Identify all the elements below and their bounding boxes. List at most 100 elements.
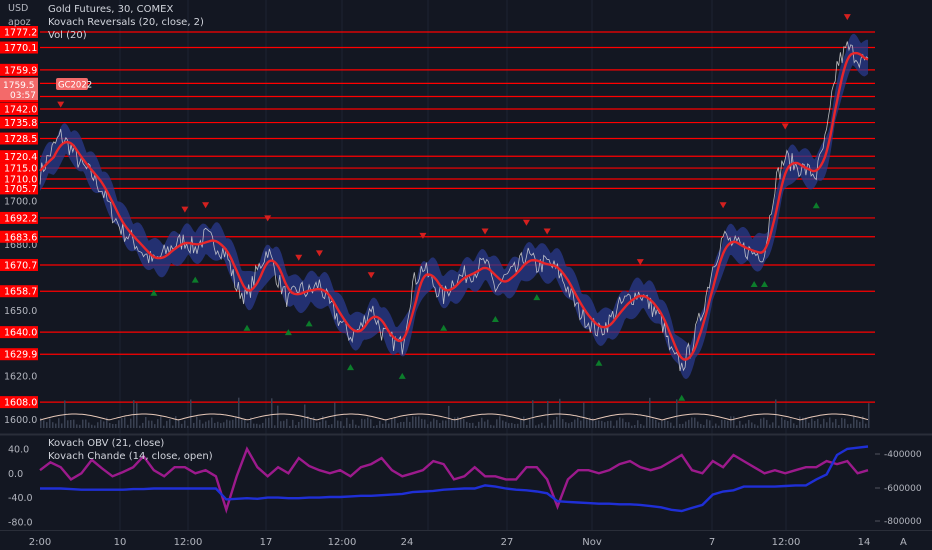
- volume-bar: [448, 405, 450, 428]
- volume-bar: [493, 425, 495, 428]
- volume-bar: [733, 416, 735, 428]
- indicator-chande-title[interactable]: Kovach Chande (14, close, open): [48, 451, 213, 462]
- volume-bar: [367, 417, 369, 428]
- indicator-reversals-title[interactable]: Kovach Reversals (20, close, 2): [48, 17, 204, 28]
- volume-bar: [793, 423, 795, 428]
- volume-bar: [673, 425, 675, 428]
- volume-bar: [757, 425, 759, 428]
- volume-bar: [778, 425, 780, 428]
- volume-bar: [559, 398, 561, 428]
- volume-bar: [358, 425, 360, 428]
- volume-bar: [328, 424, 330, 428]
- volume-bar: [394, 417, 396, 428]
- volume-bar: [445, 420, 447, 428]
- volume-bar: [742, 424, 744, 428]
- volume-bar: [331, 424, 333, 428]
- symbol-title[interactable]: Gold Futures, 30, COMEX: [48, 4, 173, 15]
- volume-bar: [610, 420, 612, 428]
- volume-bar: [463, 419, 465, 428]
- volume-bar: [847, 424, 849, 428]
- chart: 40.0 0.0 -40.0 -80.0 -400000 -600000 -800000 1…: [0, 0, 932, 550]
- volume-bar: [46, 422, 48, 428]
- volume-bar: [688, 419, 690, 428]
- volume-bar: [769, 424, 771, 428]
- volume-bar: [316, 422, 318, 428]
- volume-bar: [256, 423, 258, 428]
- volume-bar: [241, 419, 243, 428]
- volume-bar: [166, 420, 168, 428]
- volume-bar: [748, 419, 750, 428]
- price-tick-label: 1620.0: [4, 371, 37, 382]
- volume-bar: [370, 419, 372, 428]
- volume-bar: [295, 425, 297, 428]
- volume-bar: [574, 419, 576, 428]
- volume-bar: [556, 416, 558, 428]
- volume-bar: [835, 418, 837, 428]
- level-label: 1777.2: [4, 28, 37, 39]
- volume-bar: [613, 425, 615, 428]
- oscillator-tick-label: 0.0: [8, 469, 23, 480]
- volume-bar: [223, 422, 225, 428]
- current-price: 1759.5: [3, 81, 35, 91]
- auto-scale-button[interactable]: A: [900, 537, 907, 548]
- volume-bar: [136, 403, 138, 428]
- volume-bar: [289, 425, 291, 428]
- level-label: 1720.4: [4, 152, 37, 163]
- volume-bar: [100, 419, 102, 428]
- volume-bar: [103, 421, 105, 428]
- volume-bar: [853, 416, 855, 428]
- indicator-volume-title[interactable]: Vol (20): [48, 30, 87, 41]
- level-label: 1770.1: [4, 43, 37, 54]
- volume-bar: [655, 419, 657, 428]
- volume-bar: [388, 423, 390, 428]
- volume-bar: [700, 423, 702, 428]
- volume-bar: [76, 424, 78, 428]
- volume-bar: [646, 416, 648, 428]
- volume-bar: [820, 424, 822, 428]
- volume-bar: [49, 418, 51, 428]
- volume-bar: [154, 424, 156, 428]
- volume-bar: [541, 422, 543, 428]
- indicator-obv-title[interactable]: Kovach OBV (21, close): [48, 438, 164, 449]
- volume-bar: [352, 419, 354, 428]
- volume-bar: [151, 420, 153, 428]
- volume-bar: [643, 425, 645, 428]
- volume-bar: [97, 422, 99, 428]
- volume-bar: [580, 420, 582, 428]
- volume-bar: [817, 418, 819, 428]
- volume-bar: [526, 424, 528, 428]
- volume-bar: [562, 419, 564, 428]
- volume-bar: [598, 420, 600, 428]
- time-tick-label: 14: [858, 537, 871, 548]
- volume-bar: [478, 421, 480, 428]
- level-label: 1608.0: [4, 398, 37, 409]
- volume-bar: [739, 420, 741, 428]
- volume-bar: [841, 417, 843, 428]
- volume-bar: [667, 420, 669, 428]
- volume-bar: [865, 423, 867, 428]
- volume-bar: [298, 421, 300, 428]
- volume-bar: [436, 419, 438, 428]
- volume-bar: [229, 420, 231, 428]
- volume-bar: [73, 419, 75, 428]
- volume-bar: [703, 425, 705, 428]
- level-label: 1728.5: [4, 134, 37, 145]
- volume-bar: [523, 416, 525, 428]
- volume-bar: [373, 425, 375, 428]
- volume-bar: [595, 420, 597, 428]
- volume-bar: [670, 422, 672, 428]
- volume-bar: [781, 417, 783, 428]
- volume-bar: [433, 418, 435, 428]
- oscillator-tick-label: -80.0: [8, 517, 33, 528]
- volume-bar: [427, 424, 429, 428]
- volume-bar: [514, 424, 516, 428]
- volume-bar: [457, 416, 459, 428]
- volume-bar: [691, 417, 693, 428]
- volume-bar: [85, 419, 87, 428]
- level-label: 1640.0: [4, 328, 37, 339]
- volume-bar: [193, 422, 195, 428]
- volume-bar: [694, 417, 696, 428]
- volume-bar: [178, 419, 180, 428]
- volume-bar: [502, 420, 504, 428]
- volume-bar: [109, 422, 111, 428]
